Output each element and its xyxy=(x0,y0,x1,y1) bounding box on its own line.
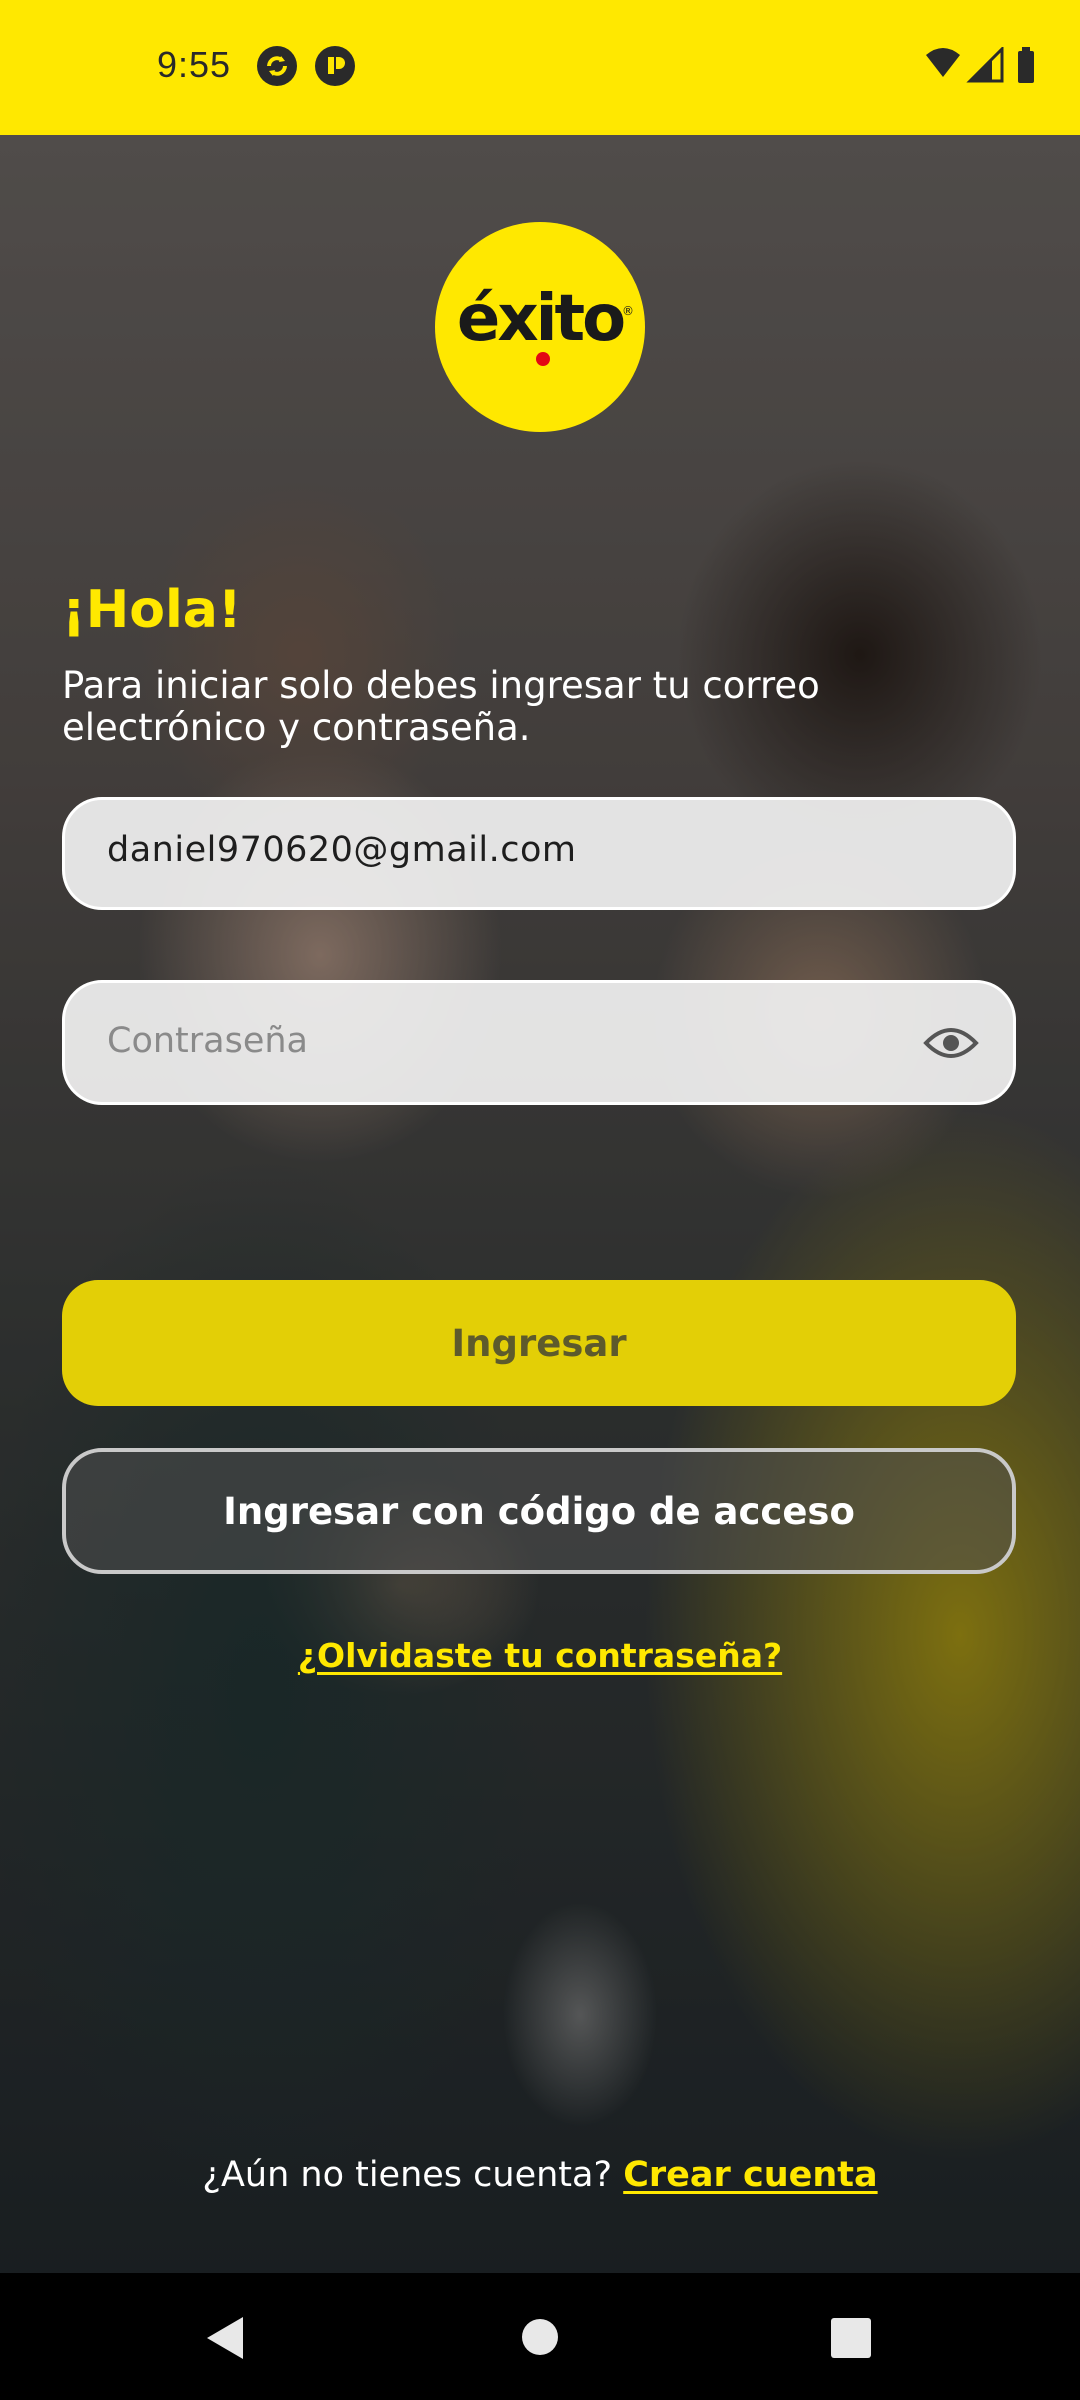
email-value: daniel970620@gmail.com xyxy=(107,830,577,870)
password-placeholder: Contraseña xyxy=(107,1021,308,1061)
back-icon[interactable] xyxy=(203,2315,245,2361)
signup-row: ¿Aún no tienes cuenta? Crear cuenta xyxy=(0,2155,1080,2195)
eye-icon[interactable] xyxy=(923,1021,979,1065)
access-code-button[interactable]: Ingresar con código de acceso xyxy=(62,1448,1016,1574)
logo-dot xyxy=(536,352,550,366)
email-field[interactable]: daniel970620@gmail.com xyxy=(62,797,1016,910)
status-bar: 9:55 xyxy=(0,0,1080,135)
sync-icon xyxy=(257,46,297,86)
brand-logo: éxito ® xyxy=(435,222,645,432)
login-screen: 9:55 éxito ® ¡Hola! Para iniciar solo de… xyxy=(0,0,1080,2400)
create-account-link[interactable]: Crear cuenta xyxy=(623,2155,877,2195)
login-button-label: Ingresar xyxy=(451,1321,627,1365)
forgot-password-row: ¿Olvidaste tu contraseña? xyxy=(0,1636,1080,1675)
navigation-bar xyxy=(0,2273,1080,2400)
app-notification-icon xyxy=(315,46,355,86)
signup-prompt: ¿Aún no tienes cuenta? xyxy=(202,2155,613,2195)
forgot-password-link[interactable]: ¿Olvidaste tu contraseña? xyxy=(298,1636,782,1675)
logo-text: éxito xyxy=(456,282,626,356)
battery-icon xyxy=(1018,47,1034,83)
background-overlay xyxy=(0,135,1080,2273)
login-subtitle: Para iniciar solo debes ingresar tu corr… xyxy=(62,664,820,749)
status-time: 9:55 xyxy=(157,44,232,85)
access-code-button-label: Ingresar con código de acceso xyxy=(223,1489,855,1533)
password-field[interactable]: Contraseña xyxy=(62,980,1016,1105)
recents-icon[interactable] xyxy=(831,2318,871,2358)
signal-icon xyxy=(966,47,1004,83)
registered-mark-icon: ® xyxy=(622,304,634,318)
greeting-title: ¡Hola! xyxy=(62,580,242,640)
login-button[interactable]: Ingresar xyxy=(62,1280,1016,1406)
wifi-icon xyxy=(926,48,960,77)
home-icon[interactable] xyxy=(521,2318,559,2356)
